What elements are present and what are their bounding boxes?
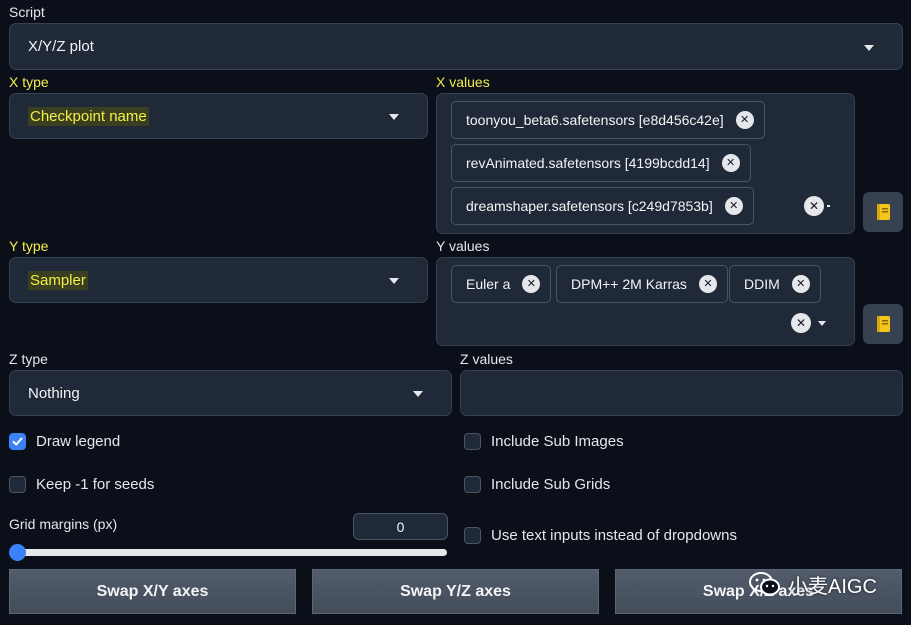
keep-seeds-label: Keep -1 for seeds <box>36 476 155 493</box>
z-values-label: Z values <box>460 351 513 367</box>
y-type-dropdown[interactable]: Sampler <box>9 257 428 303</box>
x-type-dropdown[interactable]: Checkpoint name <box>9 93 428 139</box>
wechat-icon <box>749 572 780 596</box>
chevron-down-icon <box>864 44 874 51</box>
y-type-value: Sampler <box>28 270 88 290</box>
script-label: Script <box>9 4 45 20</box>
y-value-token: DPM++ 2M Karras ✕ <box>556 265 728 303</box>
z-type-value: Nothing <box>28 384 80 402</box>
x-value-token: revAnimated.safetensors [4199bcdd14] ✕ <box>451 144 751 182</box>
y-value-token: Euler a ✕ <box>451 265 552 303</box>
y-values-label: Y values <box>436 238 490 254</box>
notebook-icon <box>877 316 890 332</box>
x-value-token: dreamshaper.safetensors [c249d7853b] ✕ <box>451 187 754 225</box>
y-type-label: Y type <box>9 238 49 254</box>
grid-margins-slider[interactable] <box>14 549 447 556</box>
include-sub-images-checkbox[interactable] <box>464 433 481 450</box>
clear-all-y-icon[interactable]: ✕ <box>791 313 811 333</box>
z-type-label: Z type <box>9 351 48 367</box>
swap-yz-button[interactable]: Swap Y/Z axes <box>312 569 599 614</box>
script-dropdown[interactable]: X/Y/Z plot <box>9 23 903 70</box>
x-dropdown-caret-icon[interactable] <box>827 205 830 207</box>
watermark: 小麦AIGC <box>748 568 877 600</box>
chevron-down-icon <box>389 114 399 120</box>
use-text-inputs-label: Use text inputs instead of dropdowns <box>491 527 737 544</box>
watermark-text: 小麦AIGC <box>788 575 877 598</box>
y-dropdown-caret-icon[interactable] <box>818 321 826 326</box>
draw-legend-label: Draw legend <box>36 433 121 450</box>
chevron-down-icon <box>389 278 399 284</box>
z-type-dropdown[interactable]: Nothing <box>9 370 452 416</box>
swap-xy-button[interactable]: Swap X/Y axes <box>9 569 296 614</box>
grid-margins-slider-thumb[interactable] <box>9 544 26 561</box>
remove-token-icon[interactable]: ✕ <box>721 154 740 172</box>
remove-token-icon[interactable]: ✕ <box>724 197 743 215</box>
grid-margins-label: Grid margins (px) <box>9 516 118 532</box>
include-sub-images-label: Include Sub Images <box>491 433 624 450</box>
include-sub-grids-label: Include Sub Grids <box>491 476 611 493</box>
remove-token-icon[interactable]: ✕ <box>522 275 541 293</box>
chevron-down-icon <box>413 391 423 397</box>
x-type-value: Checkpoint name <box>28 106 149 126</box>
keep-seeds-checkbox[interactable] <box>9 476 26 493</box>
draw-legend-checkbox[interactable] <box>9 433 26 450</box>
check-icon <box>12 437 23 446</box>
z-values-input[interactable] <box>460 370 903 416</box>
remove-token-icon[interactable]: ✕ <box>791 275 810 293</box>
notebook-icon <box>877 204 890 220</box>
include-sub-grids-checkbox[interactable] <box>464 476 481 493</box>
remove-token-icon[interactable]: ✕ <box>735 111 754 129</box>
grid-margins-input[interactable]: 0 <box>353 513 448 540</box>
use-text-inputs-checkbox[interactable] <box>464 527 481 544</box>
y-value-token: DDIM ✕ <box>729 265 821 303</box>
x-values-fill-button[interactable] <box>863 192 903 232</box>
x-value-token: toonyou_beta6.safetensors [e8d456c42e] ✕ <box>451 101 765 139</box>
script-dropdown-value: X/Y/Z plot <box>28 38 94 55</box>
x-type-label: X type <box>9 74 49 90</box>
y-values-fill-button[interactable] <box>863 304 903 344</box>
remove-token-icon[interactable]: ✕ <box>698 275 717 293</box>
x-values-label: X values <box>436 74 490 90</box>
clear-all-x-icon[interactable]: ✕ <box>804 196 824 216</box>
